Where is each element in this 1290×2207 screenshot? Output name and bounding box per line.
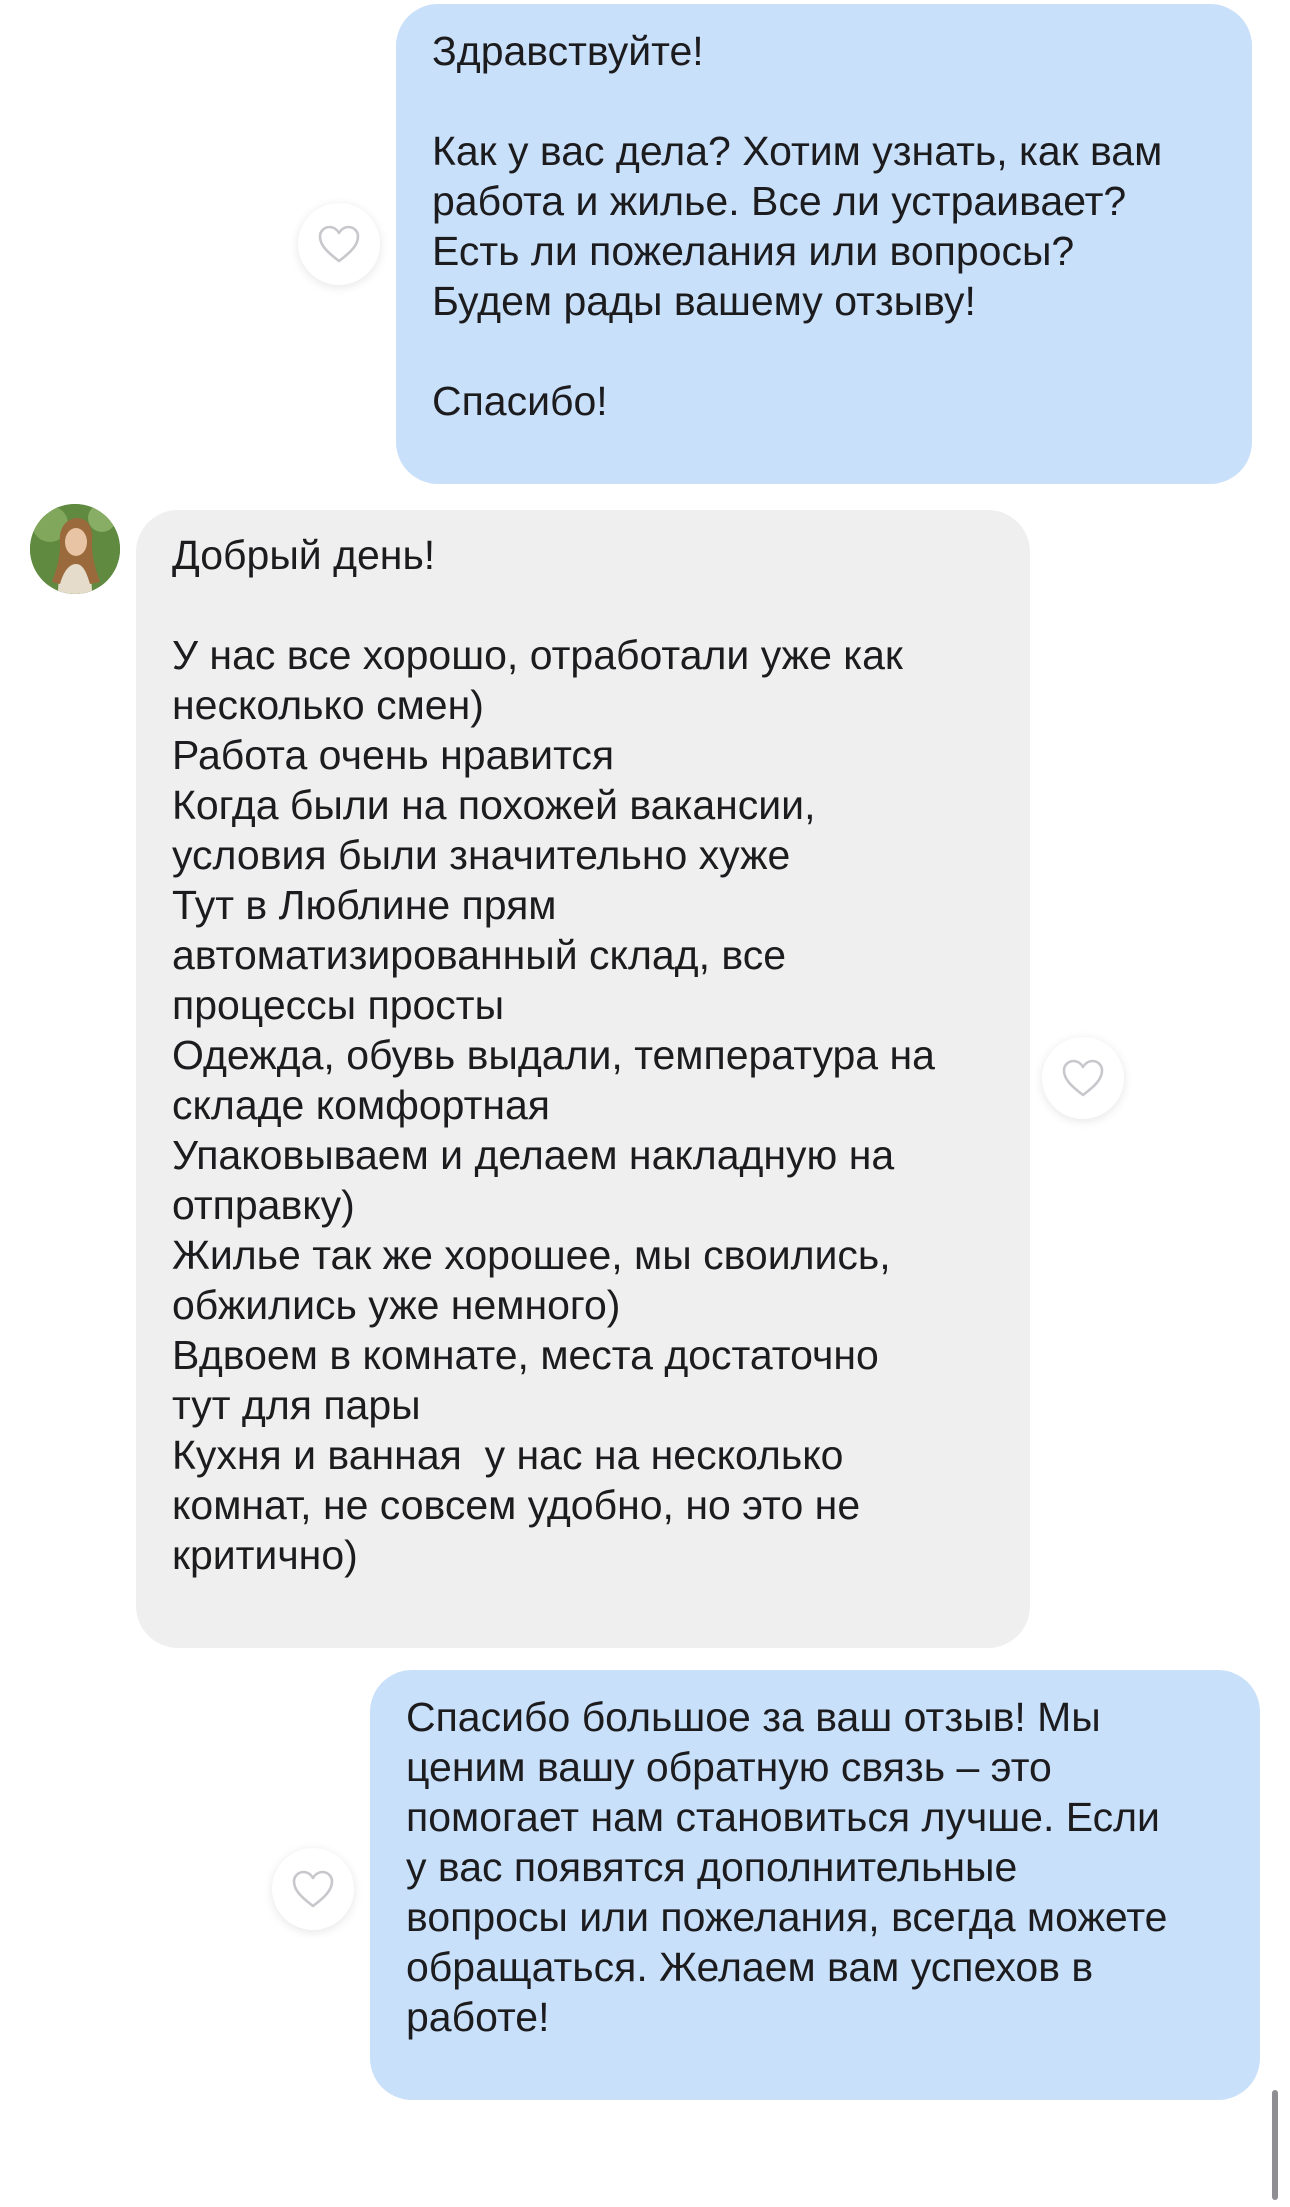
message-text: Добрый день! У нас все хорошо, отработал… <box>172 532 935 1578</box>
heart-outline-icon <box>1062 1059 1104 1097</box>
like-button[interactable] <box>1042 1037 1124 1119</box>
scroll-indicator[interactable] <box>1272 2090 1278 2200</box>
message-bubble-incoming[interactable]: Добрый день! У нас все хорошо, отработал… <box>136 510 1030 1648</box>
heart-outline-icon <box>292 1870 334 1908</box>
heart-outline-icon <box>318 225 360 263</box>
message-bubble-outgoing[interactable]: Спасибо большое за ваш отзыв! Мы ценим в… <box>370 1670 1260 2100</box>
user-avatar[interactable] <box>30 504 120 594</box>
avatar-image <box>30 504 120 594</box>
like-button[interactable] <box>272 1848 354 1930</box>
like-button[interactable] <box>298 203 380 285</box>
message-text: Спасибо большое за ваш отзыв! Мы ценим в… <box>406 1694 1168 2040</box>
message-text: Здравствуйте! Как у вас дела? Хотим узна… <box>432 28 1163 424</box>
message-bubble-outgoing[interactable]: Здравствуйте! Как у вас дела? Хотим узна… <box>396 4 1252 484</box>
